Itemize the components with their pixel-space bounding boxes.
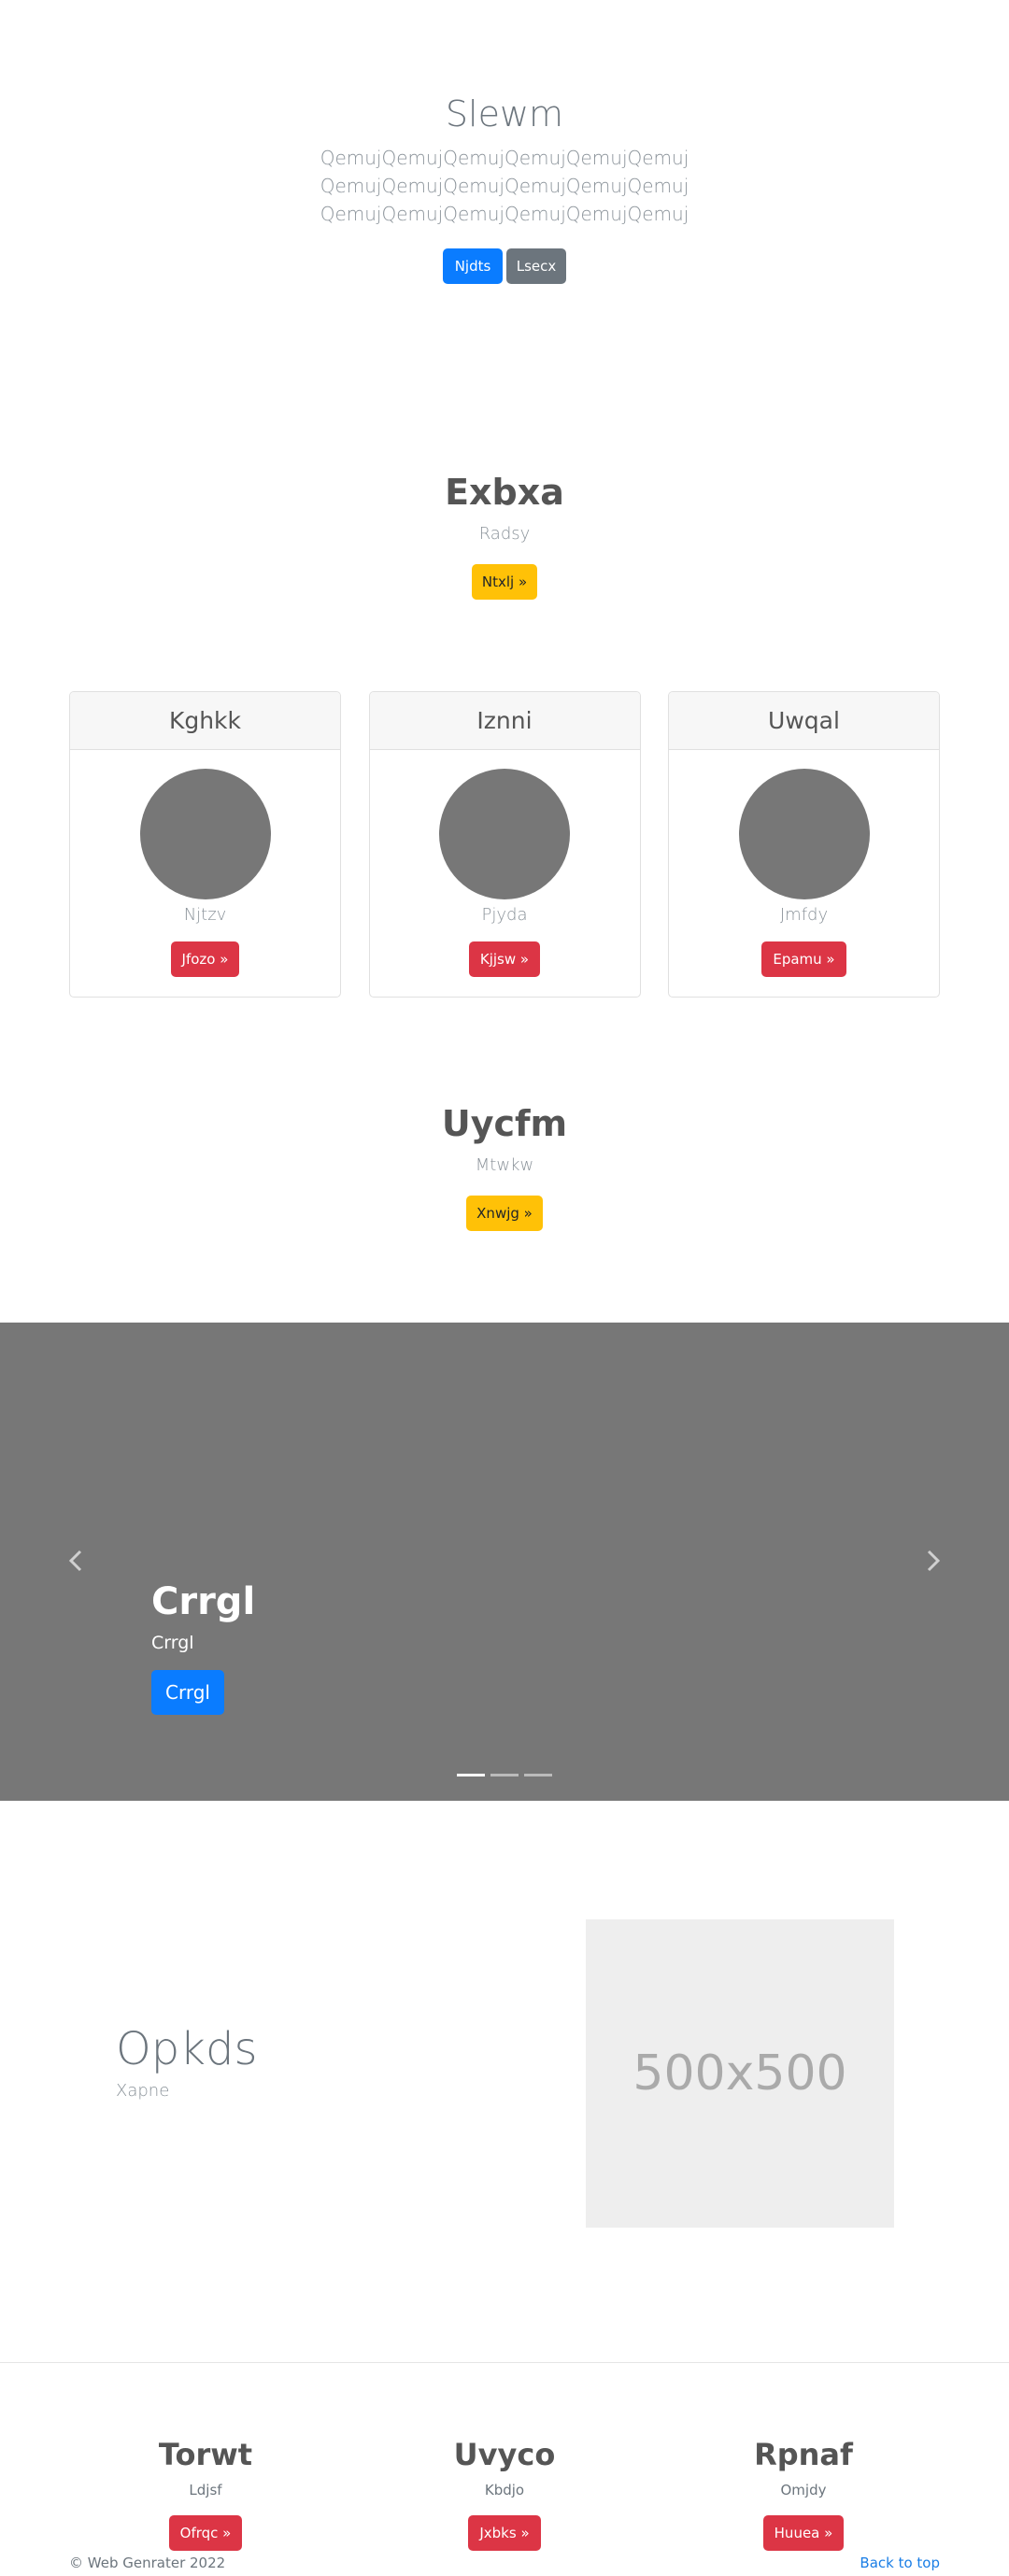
- section-subtitle: Radsy: [478, 524, 531, 544]
- hero-lead-line: QemujQemujQemujQemujQemujQemuj: [320, 203, 689, 225]
- footer-column: Uvyco Kbdjo Jxbks »: [364, 2437, 645, 2551]
- carousel-indicator[interactable]: [457, 1774, 485, 1776]
- footer-column-subtitle: Omjdy: [780, 2482, 827, 2498]
- section-title: Exbxa: [445, 472, 564, 513]
- hero-title: Slewm: [445, 93, 564, 134]
- footer-column-title: Rpnaf: [754, 2437, 853, 2472]
- hero-lead-line: QemujQemujQemujQemujQemujQemuj: [320, 147, 689, 169]
- feature-text: Opkds Xapne: [116, 2023, 258, 2101]
- footer-column-subtitle: Ldjsf: [189, 2482, 222, 2498]
- card-body: Pjyda Kjjsw »: [370, 750, 640, 977]
- card-body: Jmfdy Epamu »: [669, 750, 939, 977]
- carousel-indicator[interactable]: [490, 1774, 519, 1776]
- card-text: Njtzv: [183, 905, 227, 925]
- carousel-indicator[interactable]: [524, 1774, 552, 1776]
- card-text: Jmfdy: [779, 905, 829, 925]
- footer-column: Rpnaf Omjdy Huuea »: [663, 2437, 944, 2551]
- card-row: Kghkk Njtzv Jfozo » Iznni Pjyda Kjjsw » …: [69, 691, 940, 998]
- hero-section: Slewm QemujQemujQemujQemujQemujQemuj Qem…: [0, 0, 1009, 402]
- section-button[interactable]: Ntxlj »: [472, 564, 537, 600]
- footer-column-title: Uvyco: [453, 2437, 556, 2472]
- feature-title: Opkds: [116, 2023, 258, 2075]
- section-title: Uycfm: [441, 1103, 568, 1144]
- avatar: [439, 769, 570, 899]
- back-to-top-link[interactable]: Back to top: [860, 2555, 940, 2571]
- card-text: Pjyda: [481, 905, 528, 925]
- chevron-right-icon-glyph: [927, 1550, 941, 1572]
- card: Kghkk Njtzv Jfozo »: [69, 691, 341, 998]
- chevron-left-icon-glyph: [68, 1550, 82, 1572]
- copyright-text: © Web Genrater 2022: [69, 2555, 226, 2571]
- carousel-caption: Crrgl Crrgl Crrgl: [151, 1580, 255, 1715]
- avatar: [139, 769, 271, 899]
- carousel-indicators: [0, 1774, 1009, 1776]
- section-exbxa: Exbxa Radsy Ntxlj »: [0, 472, 1009, 600]
- hero-lead-line: QemujQemujQemujQemujQemujQemuj: [320, 175, 689, 197]
- carousel: Crrgl Crrgl Crrgl: [0, 1323, 1009, 1801]
- divider: [0, 2362, 1009, 2363]
- footer-column: Torwt Ldjsf Ofrqc »: [65, 2437, 346, 2551]
- carousel-caption-button[interactable]: Crrgl: [151, 1670, 224, 1715]
- footer-column-subtitle: Kbdjo: [484, 2482, 525, 2498]
- chevron-left-icon[interactable]: [62, 1547, 90, 1575]
- hero-primary-button[interactable]: Njdts: [443, 248, 503, 284]
- feature-subtitle: Xapne: [116, 2081, 170, 2101]
- section-subtitle: Mtwkw: [475, 1155, 534, 1175]
- avatar: [738, 769, 870, 899]
- footer-column-button[interactable]: Huuea »: [762, 2515, 845, 2551]
- card-button[interactable]: Kjjsw »: [468, 941, 541, 977]
- card-body: Njtzv Jfozo »: [70, 750, 340, 977]
- card: Uwqal Jmfdy Epamu »: [668, 691, 940, 998]
- hero-lead: QemujQemujQemujQemujQemujQemuj QemujQemu…: [0, 144, 1009, 228]
- hero-buttons: Njdts Lsecx: [0, 248, 1009, 284]
- card-header: Kghkk: [70, 692, 340, 750]
- chevron-right-icon[interactable]: [919, 1547, 947, 1575]
- footer-column-button[interactable]: Ofrqc »: [168, 2515, 243, 2551]
- carousel-caption-subtitle: Crrgl: [151, 1633, 194, 1653]
- section-button[interactable]: Xnwjg »: [466, 1196, 543, 1231]
- card-header: Iznni: [369, 692, 640, 750]
- placeholder-image: 500x500: [586, 1919, 894, 2228]
- card-button[interactable]: Epamu »: [761, 941, 846, 977]
- footer-column-button[interactable]: Jxbks »: [468, 2515, 541, 2551]
- card-header: Uwqal: [669, 692, 939, 750]
- carousel-caption-title: Crrgl: [151, 1580, 256, 1623]
- card: Iznni Pjyda Kjjsw »: [368, 691, 641, 998]
- section-uycfm: Uycfm Mtwkw Xnwjg »: [0, 1103, 1009, 1231]
- footer-column-title: Torwt: [158, 2437, 253, 2472]
- card-button[interactable]: Jfozo »: [170, 941, 240, 977]
- hero-secondary-button[interactable]: Lsecx: [506, 248, 566, 284]
